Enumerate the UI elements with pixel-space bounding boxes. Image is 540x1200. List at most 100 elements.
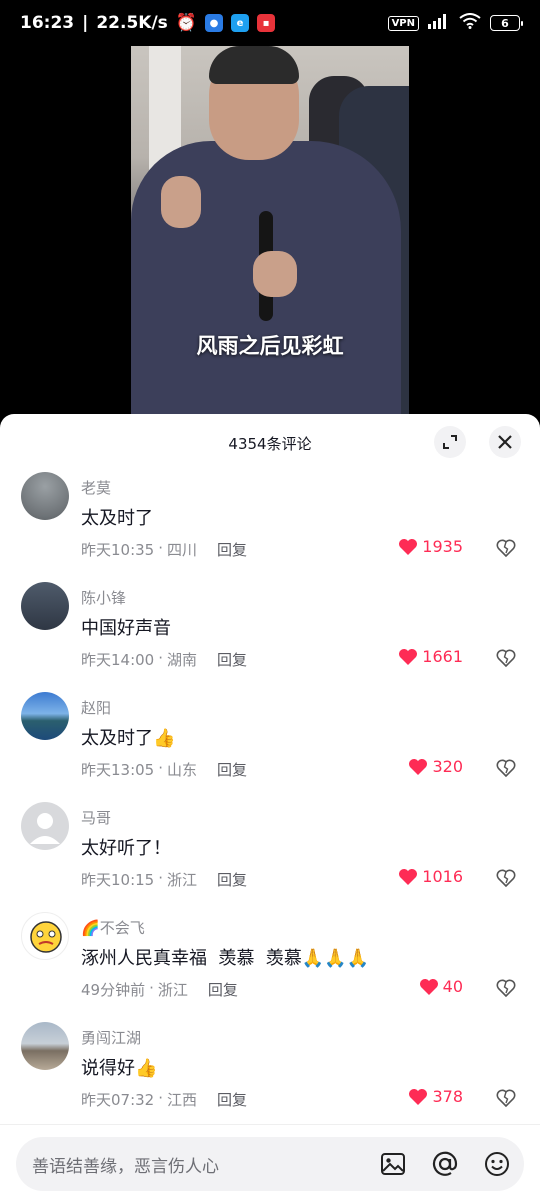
- comment-meta: 昨天07:32 · 江西 回复: [81, 1089, 248, 1110]
- comment-author[interactable]: 马哥: [81, 807, 111, 828]
- comment-time: 49分钟前: [81, 981, 146, 999]
- dislike-icon[interactable]: [496, 758, 516, 778]
- avatar[interactable]: [21, 692, 69, 740]
- comment-sheet: 4354条评论 老莫 太及时了 昨天10:35 · 四川 回复 1935 陈小锋…: [0, 414, 540, 1200]
- heart-icon: [409, 1088, 428, 1105]
- comment-time: 昨天07:32: [81, 1091, 155, 1109]
- comment-text: 太及时了: [81, 508, 153, 529]
- dislike-icon[interactable]: [496, 978, 516, 998]
- avatar[interactable]: [21, 1022, 69, 1070]
- comment-author[interactable]: 勇闯江湖: [81, 1027, 141, 1048]
- comment-item: 🌈不会飞 涿州人民真幸福 羡慕 羡慕🙏🙏🙏 49分钟前 · 浙江 回复 40: [0, 912, 540, 1022]
- clock: 16:23: [20, 13, 75, 33]
- comment-meta: 49分钟前 · 浙江 回复: [81, 979, 238, 1000]
- heart-icon: [409, 758, 428, 775]
- reply-button[interactable]: 回复: [217, 1089, 247, 1110]
- comment-input[interactable]: 善语结善缘，恶言伤人心: [16, 1137, 524, 1191]
- heart-icon: [419, 978, 438, 995]
- avatar[interactable]: [21, 912, 69, 960]
- like-count: 1016: [422, 867, 463, 886]
- alarm-icon: ⏰: [175, 13, 197, 33]
- comment-meta: 昨天14:00 · 湖南 回复: [81, 649, 248, 670]
- like-count: 320: [432, 757, 463, 776]
- avatar[interactable]: [21, 802, 69, 850]
- like-count: 1935: [422, 537, 463, 556]
- avatar[interactable]: [21, 472, 69, 520]
- comment-item: 勇闯江湖 说得好👍 昨天07:32 · 江西 回复 378: [0, 1022, 540, 1132]
- emoji-face-avatar: [30, 921, 62, 953]
- comment-input-placeholder: 善语结善缘，恶言伤人心: [32, 1156, 219, 1177]
- like-count: 40: [442, 977, 463, 996]
- comment-location: 浙江: [167, 871, 198, 889]
- comment-time: 昨天14:00: [81, 651, 155, 669]
- dislike-icon[interactable]: [496, 868, 516, 888]
- emoji-button[interactable]: [482, 1149, 512, 1179]
- reply-button[interactable]: 回复: [217, 869, 247, 890]
- video-frame: [131, 46, 409, 416]
- vpn-icon: VPN: [387, 15, 419, 31]
- comment-text: 涿州人民真幸福 羡慕 羡慕🙏🙏🙏: [81, 948, 370, 969]
- comment-text: 说得好👍: [81, 1058, 158, 1079]
- video-player[interactable]: 风雨之后见彩虹: [0, 46, 540, 416]
- close-icon: [498, 435, 512, 449]
- comment-author[interactable]: 🌈不会飞: [81, 917, 145, 938]
- thumbs-up-emoji: 👍: [135, 1058, 158, 1079]
- heart-icon: [399, 648, 418, 665]
- reply-button[interactable]: 回复: [208, 979, 238, 1000]
- comment-location: 湖南: [167, 651, 198, 669]
- comment-meta: 昨天10:35 · 四川 回复: [81, 539, 248, 560]
- browser-notification-icon: e: [230, 14, 249, 32]
- network-speed: 22.5K/s: [96, 13, 168, 33]
- mention-button[interactable]: [430, 1149, 460, 1179]
- comment-time: 昨天13:05: [81, 761, 155, 779]
- like-button[interactable]: 1016: [398, 867, 463, 886]
- comment-location: 四川: [167, 541, 198, 559]
- heart-icon: [399, 538, 418, 555]
- signal-icon: [428, 13, 450, 33]
- at-icon: [432, 1151, 458, 1176]
- like-count: 378: [432, 1087, 463, 1106]
- smile-icon: [485, 1152, 509, 1176]
- comment-item: 马哥 太好听了！ 昨天10:15 · 浙江 回复 1016: [0, 802, 540, 912]
- comment-author[interactable]: 老莫: [81, 477, 111, 498]
- comment-sheet-header: 4354条评论: [0, 414, 540, 472]
- comment-location: 山东: [167, 761, 198, 779]
- image-icon: [381, 1153, 405, 1175]
- default-avatar-icon: [30, 813, 60, 844]
- comment-item: 老莫 太及时了 昨天10:35 · 四川 回复 1935: [0, 472, 540, 582]
- like-button[interactable]: 378: [408, 1087, 463, 1106]
- dislike-icon[interactable]: [496, 1088, 516, 1108]
- like-button[interactable]: 1661: [398, 647, 463, 666]
- comment-text: 中国好声音: [81, 618, 171, 639]
- like-count: 1661: [422, 647, 463, 666]
- comment-location: 江西: [167, 1091, 198, 1109]
- app-notification-icon: ●: [204, 14, 223, 32]
- comment-text: 太好听了！: [81, 838, 171, 859]
- pray-emoji: 🙏🙏🙏: [301, 948, 370, 969]
- comment-item: 赵阳 太及时了👍 昨天13:05 · 山东 回复 320: [0, 692, 540, 802]
- like-button[interactable]: 1935: [398, 537, 463, 556]
- close-button[interactable]: [489, 426, 521, 458]
- battery-icon: 6: [490, 15, 523, 31]
- comment-meta: 昨天10:15 · 浙江 回复: [81, 869, 248, 890]
- reply-button[interactable]: 回复: [217, 759, 247, 780]
- status-bar: 16:23 | 22.5K/s ⏰ ● e ▪ VPN 6: [0, 0, 540, 46]
- like-button[interactable]: 40: [419, 977, 463, 996]
- dislike-icon[interactable]: [496, 648, 516, 668]
- comment-list: 老莫 太及时了 昨天10:35 · 四川 回复 1935 陈小锋 中国好声音 昨…: [0, 472, 540, 1132]
- dislike-icon[interactable]: [496, 538, 516, 558]
- comment-author[interactable]: 赵阳: [81, 697, 111, 718]
- like-button[interactable]: 320: [408, 757, 463, 776]
- comment-author[interactable]: 陈小锋: [81, 587, 126, 608]
- comment-time: 昨天10:35: [81, 541, 155, 559]
- avatar[interactable]: [21, 582, 69, 630]
- image-button[interactable]: [378, 1149, 408, 1179]
- heart-icon: [399, 868, 418, 885]
- reply-button[interactable]: 回复: [217, 539, 247, 560]
- expand-icon: [443, 435, 457, 449]
- comment-meta: 昨天13:05 · 山东 回复: [81, 759, 248, 780]
- expand-button[interactable]: [434, 426, 466, 458]
- rainbow-emoji: 🌈: [81, 919, 100, 937]
- reply-button[interactable]: 回复: [217, 649, 247, 670]
- comment-input-bar: 善语结善缘，恶言伤人心: [0, 1124, 540, 1200]
